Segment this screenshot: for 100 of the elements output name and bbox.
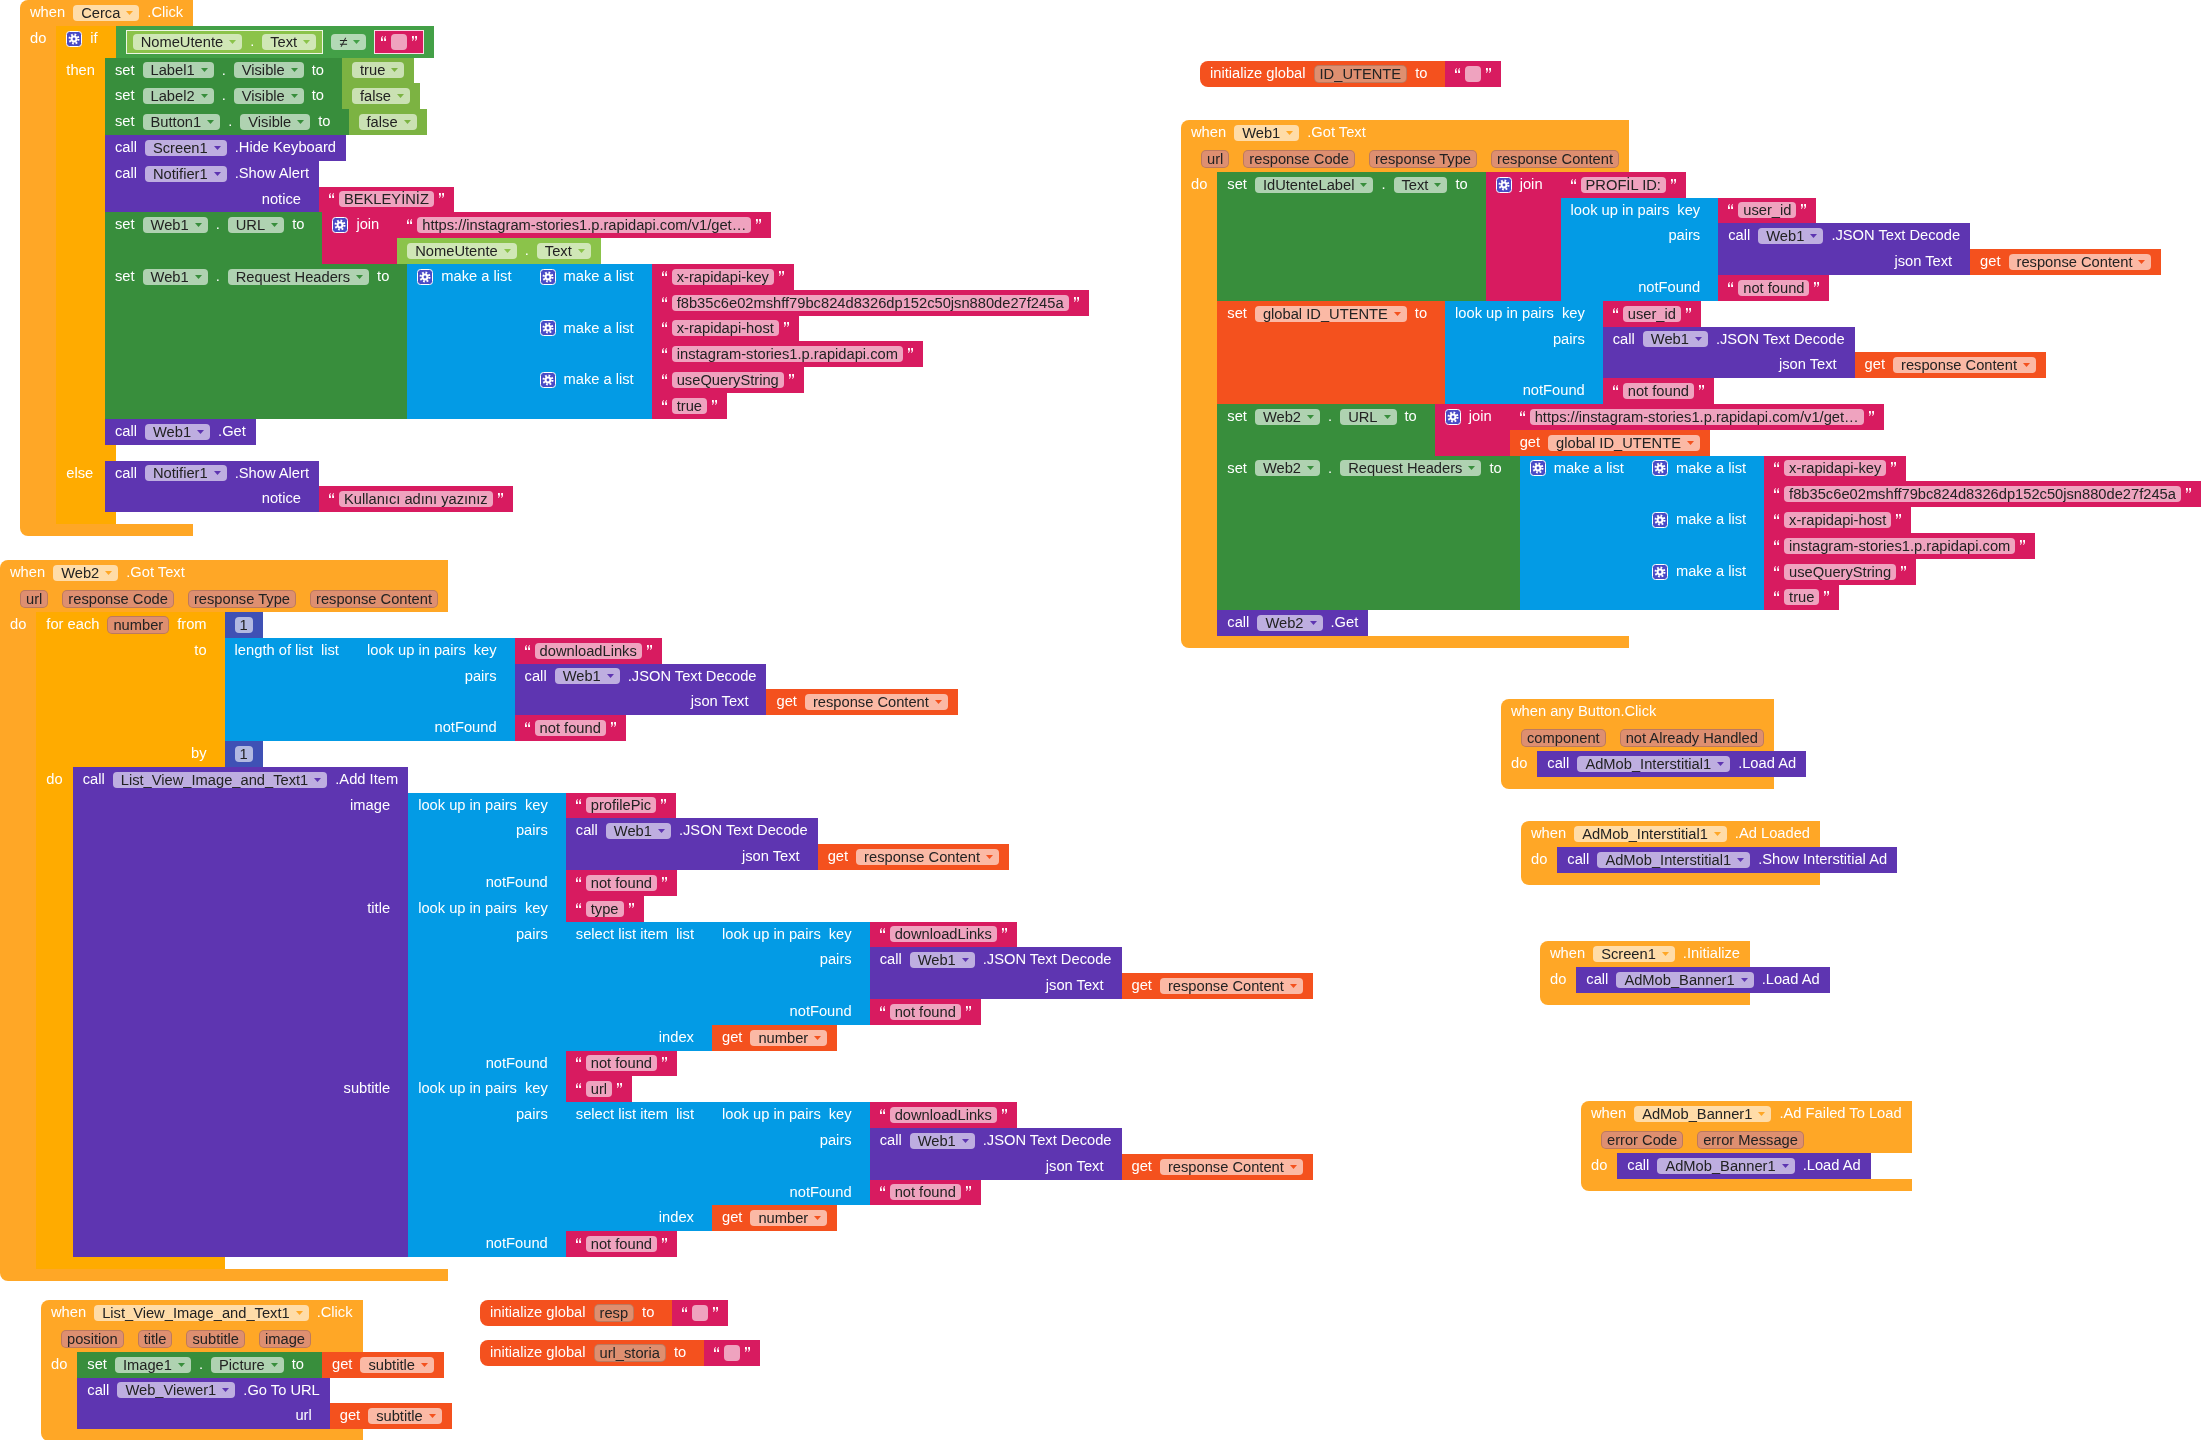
dropdown-field[interactable]: response Content <box>804 694 948 711</box>
gear-icon[interactable] <box>539 320 556 337</box>
name-field[interactable]: resp <box>593 1304 635 1322</box>
string-field[interactable]: x-rapidapi-key <box>1784 460 1887 477</box>
dropdown-field[interactable]: response Content <box>2008 254 2152 271</box>
dropdown-field[interactable]: NomeUtente <box>132 33 243 50</box>
string-field[interactable] <box>692 1304 709 1321</box>
dropdown-field[interactable]: response Content <box>856 849 1000 866</box>
dropdown-field[interactable]: AdMob_Banner1 <box>1616 971 1754 988</box>
string-field[interactable]: not found <box>1622 383 1694 400</box>
dropdown-field[interactable]: AdMob_Interstitial1 <box>1574 825 1727 842</box>
dropdown-field[interactable]: false <box>358 114 417 131</box>
dropdown-field[interactable]: subtitle <box>360 1356 434 1373</box>
gear-icon[interactable] <box>1495 176 1512 193</box>
dropdown-field[interactable]: Notifier1 <box>145 465 227 482</box>
gear-icon[interactable] <box>1444 408 1461 425</box>
gear-icon[interactable] <box>1651 512 1668 529</box>
string-field[interactable]: not found <box>534 720 606 737</box>
name-field[interactable]: error Code <box>1601 1130 1684 1149</box>
dropdown-field[interactable]: Web1 <box>142 268 208 285</box>
gear-icon[interactable] <box>66 30 83 47</box>
dropdown-field[interactable]: Web_Viewer1 <box>117 1382 236 1399</box>
dropdown-field[interactable]: List_View_Image_and_Text1 <box>94 1304 309 1321</box>
string-field[interactable]: url <box>585 1081 613 1098</box>
string-field[interactable]: instagram-stories1.p.rapidapi.com <box>671 346 903 363</box>
dropdown-field[interactable]: Web1 <box>909 952 975 969</box>
gear-icon[interactable] <box>1651 460 1668 477</box>
name-field[interactable]: url <box>20 589 49 608</box>
string-field[interactable] <box>391 33 408 50</box>
string-field[interactable]: https://instagram-stories1.p.rapidapi.com/v1/get… <box>1529 408 1864 425</box>
dropdown-field[interactable]: Label2 <box>142 88 214 105</box>
dropdown-field[interactable]: global ID_UTENTE <box>1254 305 1407 322</box>
dropdown-field[interactable]: Web1 <box>909 1132 975 1149</box>
string-field[interactable]: PROFİL ID: <box>1580 176 1666 193</box>
numeric-field[interactable]: 1 <box>234 616 253 633</box>
dropdown-field[interactable]: Button1 <box>142 114 221 131</box>
string-field[interactable]: profilePic <box>585 797 657 814</box>
dropdown-field[interactable]: false <box>352 88 411 105</box>
dropdown-field[interactable]: Visible <box>233 62 304 79</box>
string-field[interactable]: x-rapidapi-key <box>671 268 774 285</box>
dropdown-field[interactable]: List_View_Image_and_Text1 <box>112 771 328 788</box>
gear-icon[interactable] <box>1651 563 1668 580</box>
dropdown-field[interactable]: Web2 <box>1254 460 1321 477</box>
string-field[interactable]: not found <box>585 1055 658 1072</box>
dropdown-field[interactable]: global ID_UTENTE <box>1548 434 1700 451</box>
dropdown-field[interactable]: response Content <box>1159 978 1303 995</box>
string-field[interactable]: useQueryString <box>671 372 784 389</box>
gear-icon[interactable] <box>539 268 556 285</box>
dropdown-field[interactable]: Cerca <box>73 4 140 21</box>
dropdown-field[interactable]: Web2 <box>1254 408 1321 425</box>
dropdown-field[interactable]: Text <box>536 243 591 260</box>
numeric-field[interactable]: 1 <box>234 745 253 762</box>
dropdown-field[interactable]: subtitle <box>368 1408 442 1425</box>
name-field[interactable]: response Type <box>187 589 297 608</box>
string-field[interactable]: not found <box>585 1236 658 1252</box>
string-field[interactable]: f8b35c6e02mshff79bc824d8326dp152c50jsn880de27f245a <box>1784 486 2181 503</box>
name-field[interactable]: error Message <box>1697 1130 1804 1149</box>
name-field[interactable]: image <box>259 1329 312 1348</box>
dropdown-field[interactable]: Web1 <box>1758 228 1824 245</box>
string-field[interactable]: type <box>585 900 624 917</box>
gear-icon[interactable] <box>539 372 556 389</box>
dropdown-field[interactable]: Web1 <box>142 217 208 234</box>
dropdown-field[interactable]: Request Headers <box>1340 460 1482 477</box>
dropdown-field[interactable]: NomeUtente <box>407 243 517 260</box>
string-field[interactable]: Kullanıcı adını yazınız <box>339 491 493 508</box>
dropdown-field[interactable]: response Content <box>1159 1158 1303 1175</box>
dropdown-field[interactable]: AdMob_Banner1 <box>1634 1105 1772 1122</box>
name-field[interactable]: response Content <box>1491 149 1619 168</box>
dropdown-field[interactable]: Web1 <box>1642 331 1708 348</box>
string-field[interactable]: downloadLinks <box>889 926 997 943</box>
string-field[interactable] <box>1465 65 1482 82</box>
dropdown-field[interactable]: Visible <box>233 88 304 105</box>
dropdown-field[interactable]: Web2 <box>1257 615 1323 632</box>
dropdown-field[interactable]: Image1 <box>114 1356 191 1373</box>
name-field[interactable]: title <box>137 1329 173 1348</box>
string-field[interactable] <box>724 1344 741 1361</box>
name-field[interactable]: url_storia <box>593 1344 666 1362</box>
string-field[interactable]: x-rapidapi-host <box>671 320 779 337</box>
dropdown-field[interactable]: Label1 <box>142 62 214 79</box>
gear-icon[interactable] <box>417 268 434 285</box>
string-field[interactable]: BEKLEYİNİZ <box>339 191 434 208</box>
dropdown-field[interactable]: true <box>352 62 405 79</box>
string-field[interactable]: downloadLinks <box>534 642 642 659</box>
string-field[interactable]: true <box>1784 589 1820 606</box>
dropdown-field[interactable]: Web1 <box>1234 124 1300 141</box>
dropdown-field[interactable]: Visible <box>240 114 311 131</box>
name-field[interactable]: not Already Handled <box>1619 728 1764 747</box>
string-field[interactable]: true <box>671 397 707 414</box>
string-field[interactable]: useQueryString <box>1784 563 1897 580</box>
gear-icon[interactable] <box>332 217 349 234</box>
dropdown-field[interactable]: Notifier1 <box>145 165 227 182</box>
dropdown-field[interactable]: number <box>750 1029 828 1046</box>
string-field[interactable]: https://instagram-stories1.p.rapidapi.com/v1/get… <box>417 217 752 234</box>
dropdown-field[interactable]: Web1 <box>145 423 211 440</box>
name-field[interactable]: response Content <box>310 589 438 608</box>
dropdown-field[interactable]: number <box>750 1210 828 1227</box>
dropdown-field[interactable]: AdMob_Interstitial1 <box>1577 755 1731 772</box>
dropdown-field[interactable]: Web2 <box>53 564 119 581</box>
dropdown-field[interactable]: Text <box>1393 176 1448 193</box>
name-field[interactable]: subtitle <box>186 1329 246 1348</box>
